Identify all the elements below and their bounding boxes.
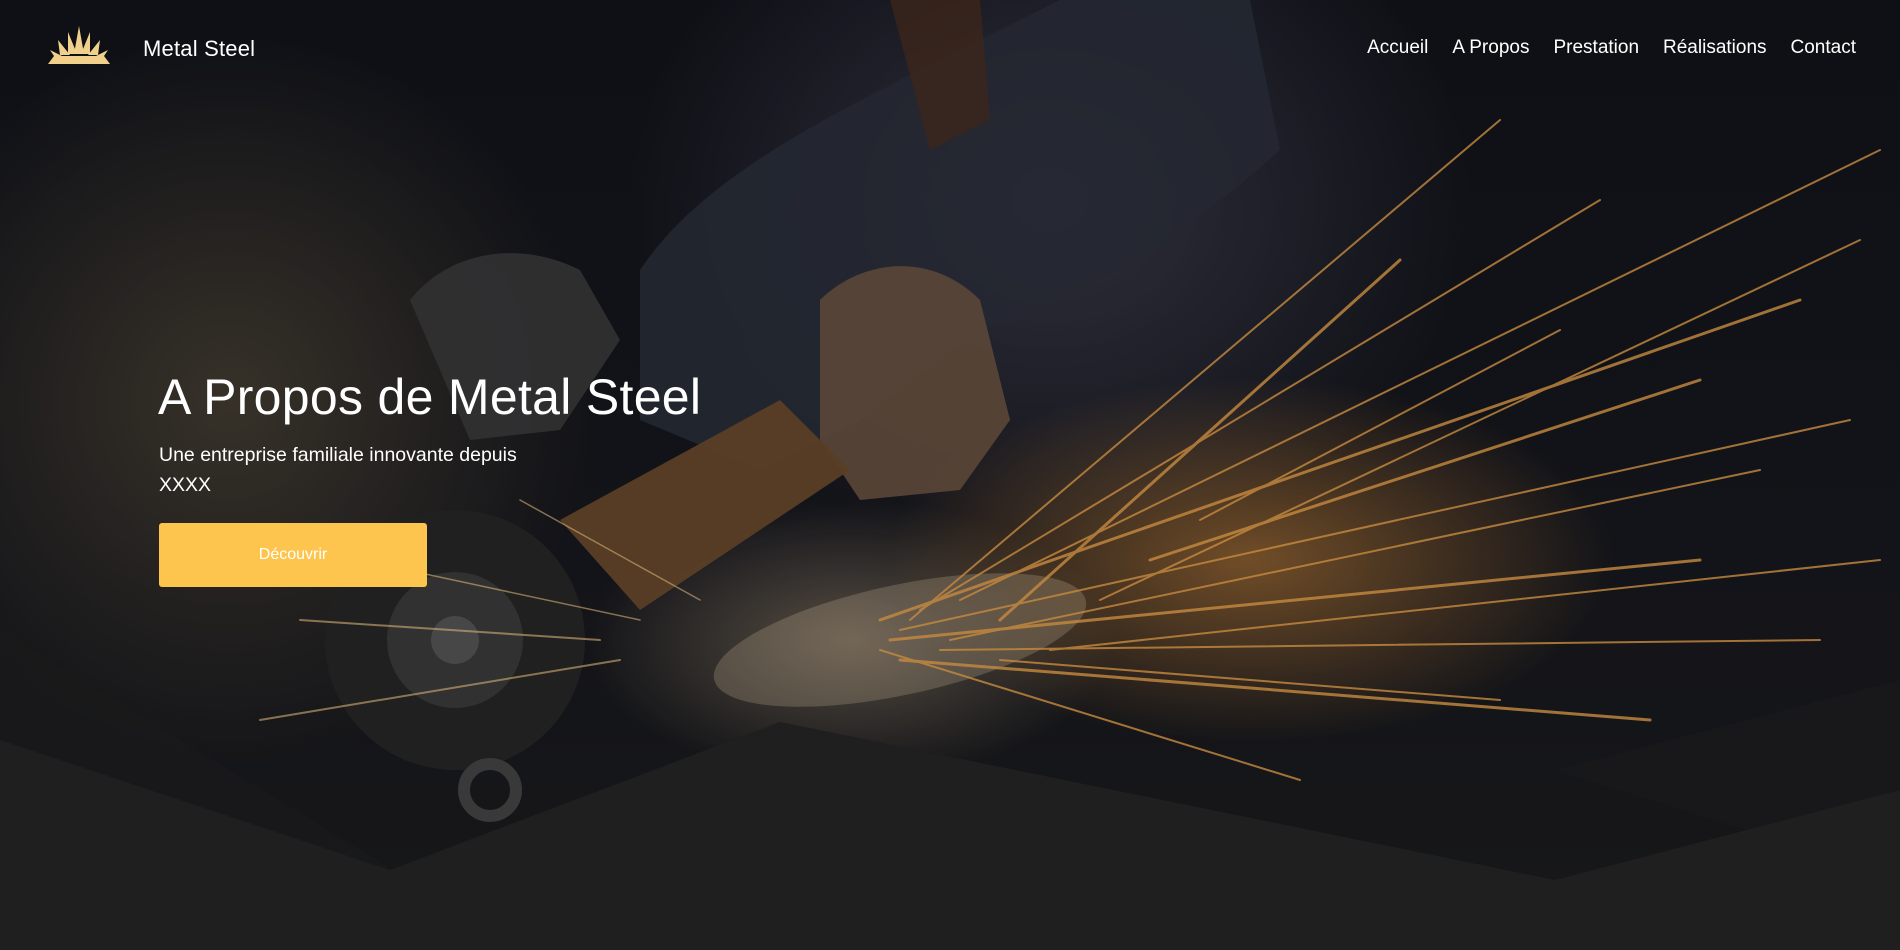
- nav-link-a-propos[interactable]: A Propos: [1452, 37, 1529, 59]
- nav-link-prestation[interactable]: Prestation: [1553, 37, 1639, 59]
- site-header: Metal Steel Accueil A Propos Prestation …: [0, 0, 1900, 100]
- nav-link-accueil[interactable]: Accueil: [1367, 37, 1428, 59]
- nav-link-realisations[interactable]: Réalisations: [1663, 37, 1767, 59]
- nav-link-contact[interactable]: Contact: [1791, 37, 1856, 59]
- brand-name[interactable]: Metal Steel: [143, 36, 255, 62]
- hero-title: A Propos de Metal Steel: [158, 369, 702, 425]
- hero-subtitle: Une entreprise familiale innovante depui…: [159, 444, 517, 496]
- crown-flame-logo-icon[interactable]: [46, 24, 112, 66]
- main-nav: Accueil A Propos Prestation Réalisations…: [1367, 37, 1856, 59]
- discover-button[interactable]: Découvrir: [159, 523, 427, 587]
